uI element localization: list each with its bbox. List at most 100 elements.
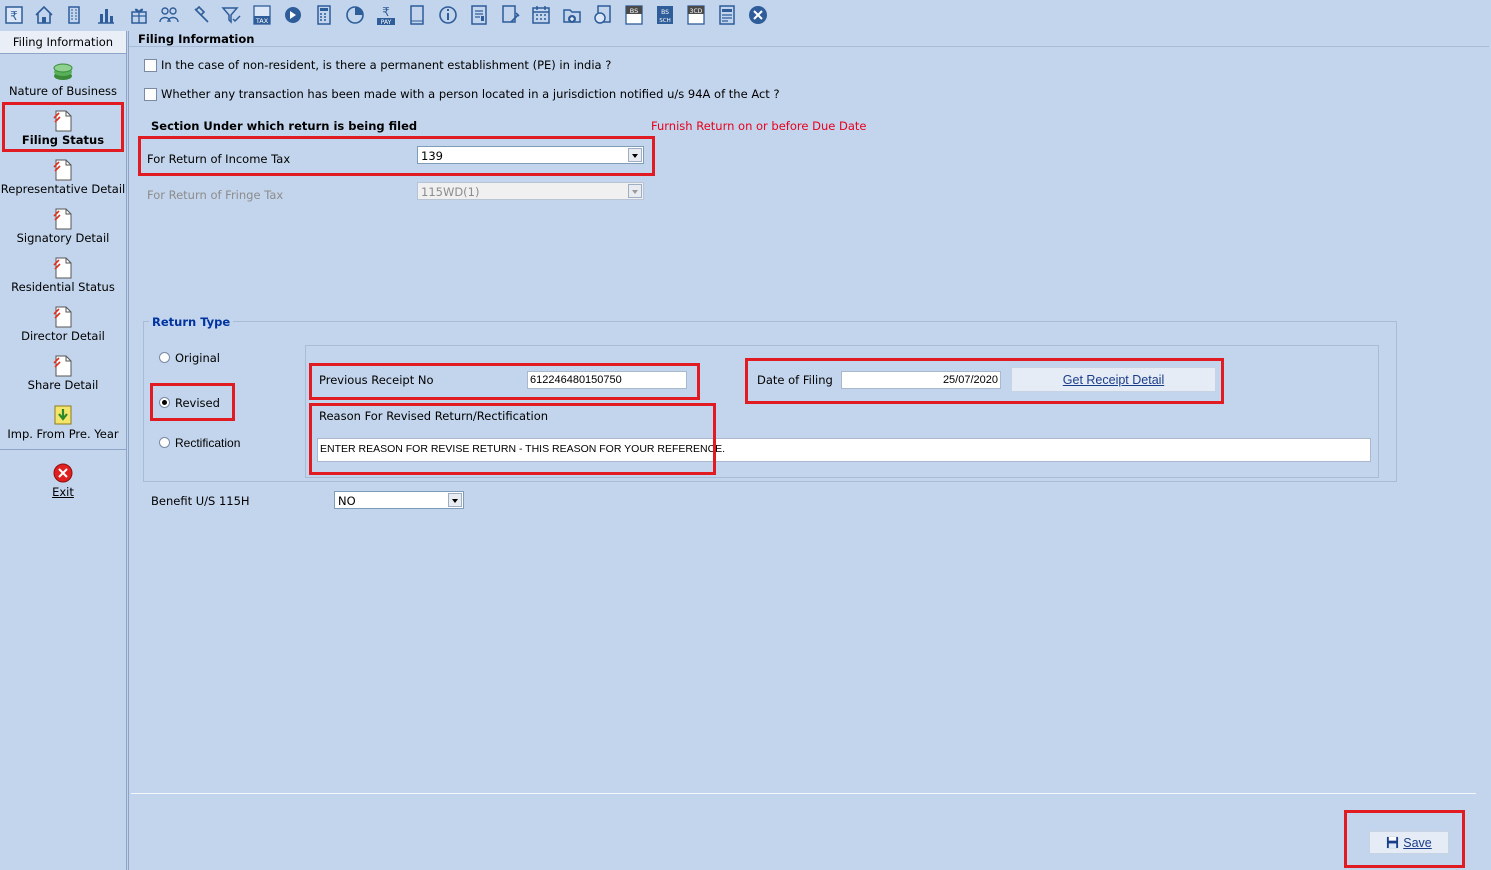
reason-input[interactable]: ENTER REASON FOR REVISE RETURN - THIS RE… bbox=[317, 438, 1371, 462]
fringe-tax-value: 115WD(1) bbox=[421, 185, 480, 199]
income-tax-value: 139 bbox=[421, 149, 443, 163]
bs-icon-label: BS bbox=[630, 7, 638, 15]
sch-icon[interactable]: BS SCH bbox=[654, 4, 676, 26]
sidebar-item-signatory-detail[interactable]: Signatory Detail bbox=[0, 204, 126, 253]
save-label: Save bbox=[1403, 836, 1432, 850]
revised-radio[interactable] bbox=[159, 397, 170, 408]
sidebar-item-label: Director Detail bbox=[21, 329, 105, 343]
income-tax-select[interactable]: 139 bbox=[417, 146, 644, 164]
return-type-title: Return Type bbox=[149, 315, 234, 329]
group-title: Filing Information bbox=[135, 32, 258, 46]
sidebar-item-import-previous-year[interactable]: Imp. From Pre. Year bbox=[0, 400, 126, 449]
original-label: Original bbox=[175, 351, 221, 365]
due-date-note: Furnish Return on or before Due Date bbox=[651, 119, 867, 133]
date-of-filing-label: Date of Filing bbox=[757, 373, 833, 387]
sidebar: Filing Information Nature of Business Fi… bbox=[0, 31, 127, 870]
book-icon[interactable] bbox=[406, 4, 428, 26]
fringe-tax-select: 115WD(1) bbox=[417, 182, 644, 200]
tax-icon[interactable]: TAX bbox=[251, 4, 273, 26]
ledger-icon[interactable] bbox=[468, 4, 490, 26]
benefit-label: Benefit U/S 115H bbox=[151, 494, 250, 508]
date-of-filing-input[interactable]: 25/07/2020 bbox=[841, 371, 1001, 389]
sidebar-divider bbox=[0, 449, 126, 450]
import-icon bbox=[54, 405, 72, 425]
rectification-label: Rectification bbox=[175, 436, 241, 450]
get-receipt-detail-button[interactable]: Get Receipt Detail bbox=[1011, 367, 1216, 392]
sidebar-item-share-detail[interactable]: Share Detail bbox=[0, 351, 126, 400]
bs-icon[interactable]: BS bbox=[623, 4, 645, 26]
previous-receipt-input[interactable]: 612246480150750 bbox=[527, 371, 687, 389]
chevron-down-icon bbox=[628, 184, 642, 198]
folder-add-icon[interactable] bbox=[561, 4, 583, 26]
gift-icon[interactable] bbox=[128, 4, 150, 26]
calendar-icon[interactable] bbox=[530, 4, 552, 26]
3cd-icon-label: 3CD bbox=[690, 8, 703, 15]
sidebar-item-nature-of-business[interactable]: Nature of Business bbox=[0, 57, 126, 106]
save-button[interactable]: Save bbox=[1369, 831, 1449, 854]
chevron-down-icon[interactable] bbox=[448, 493, 462, 507]
exit-label: Exit bbox=[52, 485, 74, 499]
pie-chart-icon[interactable] bbox=[344, 4, 366, 26]
section-heading: Section Under which return is being file… bbox=[151, 119, 418, 133]
svg-text:BS: BS bbox=[661, 9, 669, 16]
floppy-disk-icon bbox=[1387, 836, 1399, 849]
document-icon bbox=[53, 306, 72, 328]
pe-checkbox[interactable] bbox=[144, 59, 157, 72]
tax-icon-label: TAX bbox=[255, 17, 269, 25]
sidebar-item-residential-status[interactable]: Residential Status bbox=[0, 253, 126, 302]
fringe-tax-label: For Return of Fringe Tax bbox=[147, 188, 284, 202]
revised-label: Revised bbox=[175, 396, 220, 410]
sidebar-item-label: Filing Status bbox=[21, 133, 105, 147]
pe-question-label: In the case of non-resident, is there a … bbox=[161, 58, 612, 72]
main-panel: Filing Information In the case of non-re… bbox=[128, 31, 1491, 870]
arrow-circle-icon[interactable] bbox=[282, 4, 304, 26]
building-icon[interactable] bbox=[63, 4, 85, 26]
sidebar-header: Filing Information bbox=[0, 31, 126, 54]
get-receipt-detail-label: Get Receipt Detail bbox=[1062, 373, 1165, 387]
group-line bbox=[129, 46, 1489, 47]
calculator-icon[interactable] bbox=[313, 4, 335, 26]
bar-chart-icon[interactable] bbox=[95, 4, 117, 26]
close-icon[interactable] bbox=[747, 4, 769, 26]
chevron-down-icon[interactable] bbox=[628, 148, 642, 162]
sidebar-item-label: Signatory Detail bbox=[16, 231, 110, 245]
sidebar-item-label: Residential Status bbox=[11, 280, 115, 294]
sidebar-item-label: Nature of Business bbox=[8, 84, 118, 98]
rectification-radio[interactable] bbox=[159, 437, 170, 448]
3cd-icon[interactable]: 3CD bbox=[685, 4, 707, 26]
sch-icon-label: SCH bbox=[659, 18, 670, 24]
sidebar-item-label: Imp. From Pre. Year bbox=[7, 427, 119, 441]
sidebar-item-exit[interactable]: Exit bbox=[0, 458, 126, 507]
home-icon[interactable] bbox=[33, 4, 55, 26]
sidebar-item-filing-status[interactable]: Filing Status bbox=[0, 106, 126, 155]
hammer-icon[interactable] bbox=[189, 4, 211, 26]
benefit-select[interactable]: NO bbox=[334, 491, 464, 509]
document-icon bbox=[53, 355, 72, 377]
benefit-value: NO bbox=[338, 494, 356, 508]
sidebar-item-director-detail[interactable]: Director Detail bbox=[0, 302, 126, 351]
svg-text:₹: ₹ bbox=[10, 9, 18, 23]
pay-icon[interactable]: ₹ PAY bbox=[375, 4, 397, 26]
footer-separator bbox=[131, 793, 1476, 794]
group-icon[interactable] bbox=[158, 4, 180, 26]
reason-label: Reason For Revised Return/Rectification bbox=[319, 409, 549, 423]
document-icon bbox=[53, 208, 72, 230]
jurisdiction-checkbox[interactable] bbox=[144, 88, 157, 101]
sidebar-item-label: Share Detail bbox=[27, 378, 99, 392]
exit-icon bbox=[53, 463, 73, 483]
pay-icon-label: PAY bbox=[381, 19, 392, 26]
document-icon bbox=[53, 257, 72, 279]
document-icon bbox=[53, 110, 72, 132]
info-icon[interactable] bbox=[437, 4, 459, 26]
rupee-book-icon[interactable]: ₹ bbox=[3, 4, 25, 26]
form-icon[interactable] bbox=[716, 4, 738, 26]
svg-text:₹: ₹ bbox=[382, 5, 390, 19]
funnel-check-icon[interactable] bbox=[220, 4, 242, 26]
original-radio[interactable] bbox=[159, 352, 170, 363]
document-icon bbox=[53, 159, 72, 181]
doc-pen-icon[interactable] bbox=[499, 4, 521, 26]
sidebar-item-representative-detail[interactable]: Representative Detail bbox=[0, 155, 126, 204]
income-tax-label: For Return of Income Tax bbox=[147, 152, 291, 166]
doc-circle-icon[interactable] bbox=[592, 4, 614, 26]
toolbar: ₹ TAX ₹ PAY BS BS SCH 3CD bbox=[0, 0, 1491, 31]
